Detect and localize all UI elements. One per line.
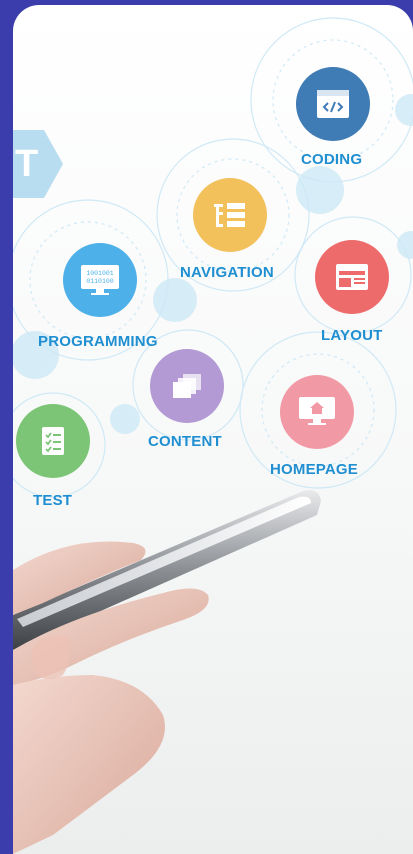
content-node[interactable] bbox=[150, 349, 224, 423]
homepage-node[interactable] bbox=[280, 375, 354, 449]
navigation-node[interactable] bbox=[193, 178, 267, 252]
binary-line-1: 1001001 bbox=[86, 270, 113, 277]
coding-node[interactable] bbox=[296, 67, 370, 141]
binary-monitor-icon: 1001001 0110100 bbox=[81, 265, 119, 295]
programming-node[interactable]: 1001001 0110100 bbox=[63, 243, 137, 317]
palm bbox=[13, 675, 165, 854]
test-node[interactable] bbox=[16, 404, 90, 478]
layout-node[interactable] bbox=[315, 240, 389, 314]
navigation-icon bbox=[214, 203, 245, 227]
layout-icon bbox=[336, 264, 368, 290]
code-window-icon bbox=[317, 90, 349, 118]
content-card: T CODING NAVIGATION LAYOUT 1001001 01101… bbox=[13, 5, 413, 854]
home-monitor-icon bbox=[299, 397, 335, 425]
navigation-label: NAVIGATION bbox=[180, 264, 274, 281]
content-label: CONTENT bbox=[148, 433, 222, 450]
binary-line-2: 0110100 bbox=[86, 278, 113, 285]
hand-holding-phone bbox=[13, 490, 321, 854]
programming-label: PROGRAMMING bbox=[38, 333, 158, 350]
checklist-icon bbox=[42, 427, 64, 455]
coding-label: CODING bbox=[301, 151, 363, 168]
stacked-files-icon bbox=[173, 374, 201, 398]
layout-label: LAYOUT bbox=[321, 327, 383, 344]
side-tab-letter: T bbox=[15, 143, 39, 185]
thumbnail bbox=[31, 635, 71, 679]
